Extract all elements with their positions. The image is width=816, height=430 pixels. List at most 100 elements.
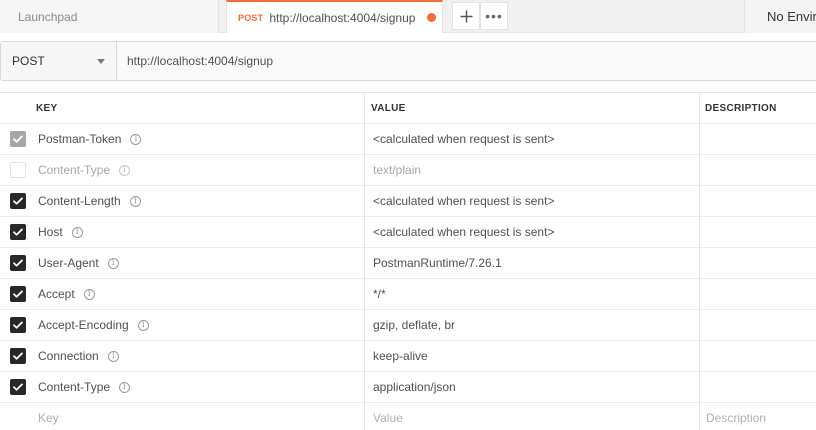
header-enabled-checkbox[interactable] (9, 317, 26, 333)
header-value-cell[interactable]: gzip, deflate, br (364, 310, 699, 340)
table-row: Accept-Encoding i gzip, deflate, br (0, 310, 816, 341)
column-header-value: VALUE (364, 93, 699, 123)
header-description-cell[interactable] (699, 310, 816, 340)
info-icon[interactable]: i (130, 133, 142, 145)
ellipsis-icon: ••• (485, 8, 503, 24)
header-enabled-checkbox[interactable] (9, 193, 26, 209)
new-tab-button[interactable] (452, 2, 480, 30)
header-description-cell[interactable] (699, 155, 816, 185)
table-row: Postman-Token i <calculated when request i… (0, 124, 816, 155)
new-description-placeholder: Description (706, 411, 767, 425)
table-row: Content-Type i application/json (0, 372, 816, 403)
header-description-cell[interactable] (699, 279, 816, 309)
table-header-row: KEY VALUE DESCRIPTION (0, 93, 816, 124)
header-value: PostmanRuntime/7.26.1 (373, 256, 502, 270)
row-check-cell (0, 279, 35, 309)
header-key-cell[interactable]: Postman-Token i (35, 124, 364, 154)
info-icon[interactable]: i (83, 288, 95, 300)
header-key-cell[interactable]: User-Agent i (35, 248, 364, 278)
new-key-input[interactable]: Key (35, 403, 364, 430)
header-enabled-checkbox[interactable] (9, 131, 26, 147)
info-icon[interactable]: i (71, 226, 83, 238)
header-value: application/json (373, 380, 456, 394)
tab-method-label: POST (238, 12, 264, 23)
url-input[interactable] (117, 42, 816, 80)
header-value-cell[interactable]: text/plain (364, 155, 699, 185)
new-value-input[interactable]: Value (364, 403, 699, 430)
header-value: text/plain (373, 163, 422, 177)
row-check-cell (0, 341, 35, 371)
new-row-check-cell (0, 403, 35, 430)
header-value: <calculated when request is sent> (373, 194, 555, 208)
headers-table-body: Postman-Token i <calculated when request i… (0, 124, 816, 403)
info-icon[interactable]: i (129, 195, 141, 207)
tab-launchpad-label: Launchpad (18, 9, 78, 24)
header-key-cell[interactable]: Content-Type i (35, 155, 364, 185)
method-select[interactable]: POST (1, 42, 117, 80)
header-key-cell[interactable]: Host i (35, 217, 364, 247)
header-key-cell[interactable]: Content-Type i (35, 372, 364, 402)
table-row: Content-Length i <calculated when request … (0, 186, 816, 217)
header-value: */* (373, 287, 386, 301)
chevron-down-icon (97, 59, 105, 64)
column-header-description: DESCRIPTION (699, 93, 816, 123)
header-key-cell[interactable]: Accept-Encoding i (35, 310, 364, 340)
header-value-cell[interactable]: <calculated when request is sent> (364, 186, 699, 216)
row-check-cell (0, 186, 35, 216)
info-icon[interactable]: i (107, 350, 119, 362)
request-url-bar: POST (0, 41, 816, 81)
unsaved-changes-dot-icon[interactable] (427, 13, 436, 22)
header-key: Accept (38, 287, 75, 301)
tab-url-label: http://localhost:4004/signup (269, 10, 416, 25)
header-enabled-checkbox[interactable] (9, 379, 26, 395)
new-value-placeholder: Value (373, 411, 403, 425)
checkmark-icon (12, 197, 23, 205)
header-value-cell[interactable]: */* (364, 279, 699, 309)
info-icon[interactable]: i (119, 164, 131, 176)
header-description-cell[interactable] (699, 248, 816, 278)
header-description-cell[interactable] (699, 217, 816, 247)
new-description-input[interactable]: Description (699, 403, 816, 430)
method-select-label: POST (12, 54, 45, 68)
header-key-cell[interactable]: Connection i (35, 341, 364, 371)
tab-launchpad[interactable]: Launchpad (0, 0, 219, 33)
checkmark-icon (12, 321, 23, 329)
info-icon[interactable]: i (137, 319, 149, 331)
checkmark-icon (12, 135, 23, 143)
header-enabled-checkbox[interactable] (9, 348, 26, 364)
header-value-cell[interactable]: PostmanRuntime/7.26.1 (364, 248, 699, 278)
table-row: User-Agent i PostmanRuntime/7.26.1 (0, 248, 816, 279)
info-icon[interactable]: i (107, 257, 119, 269)
environment-selected-label: No Environment (767, 9, 816, 24)
environment-select[interactable]: No Environment (744, 0, 816, 33)
header-enabled-checkbox[interactable] (9, 255, 26, 271)
header-description-cell[interactable] (699, 124, 816, 154)
header-key-cell[interactable]: Accept i (35, 279, 364, 309)
header-value-cell[interactable]: <calculated when request is sent> (364, 124, 699, 154)
header-value-cell[interactable]: <calculated when request is sent> (364, 217, 699, 247)
table-row: Connection i keep-alive (0, 341, 816, 372)
header-key: Content-Type (38, 163, 111, 177)
header-value-cell[interactable]: keep-alive (364, 341, 699, 371)
header-description-cell[interactable] (699, 372, 816, 402)
table-row: Accept i */* (0, 279, 816, 310)
header-key-cell[interactable]: Content-Length i (35, 186, 364, 216)
header-value: <calculated when request is sent> (373, 132, 555, 146)
headers-table: KEY VALUE DESCRIPTION Postman-Token i <cal… (0, 92, 816, 430)
row-check-cell (0, 372, 35, 402)
tab-bar: Launchpad POST http://localhost:4004/sig… (0, 0, 816, 33)
tab-options-button[interactable]: ••• (480, 2, 508, 30)
info-icon[interactable]: i (119, 381, 131, 393)
header-description-cell[interactable] (699, 186, 816, 216)
header-enabled-checkbox[interactable] (9, 162, 26, 178)
header-enabled-checkbox[interactable] (9, 286, 26, 302)
table-row: Host i <calculated when request is sent> (0, 217, 816, 248)
header-enabled-checkbox[interactable] (9, 224, 26, 240)
plus-icon (460, 10, 472, 22)
row-check-cell (0, 124, 35, 154)
tab-request-signup[interactable]: POST http://localhost:4004/signup (226, 0, 443, 33)
header-description-cell[interactable] (699, 341, 816, 371)
header-value-cell[interactable]: application/json (364, 372, 699, 402)
header-key: Postman-Token (38, 132, 122, 146)
header-check-cell (0, 93, 35, 123)
